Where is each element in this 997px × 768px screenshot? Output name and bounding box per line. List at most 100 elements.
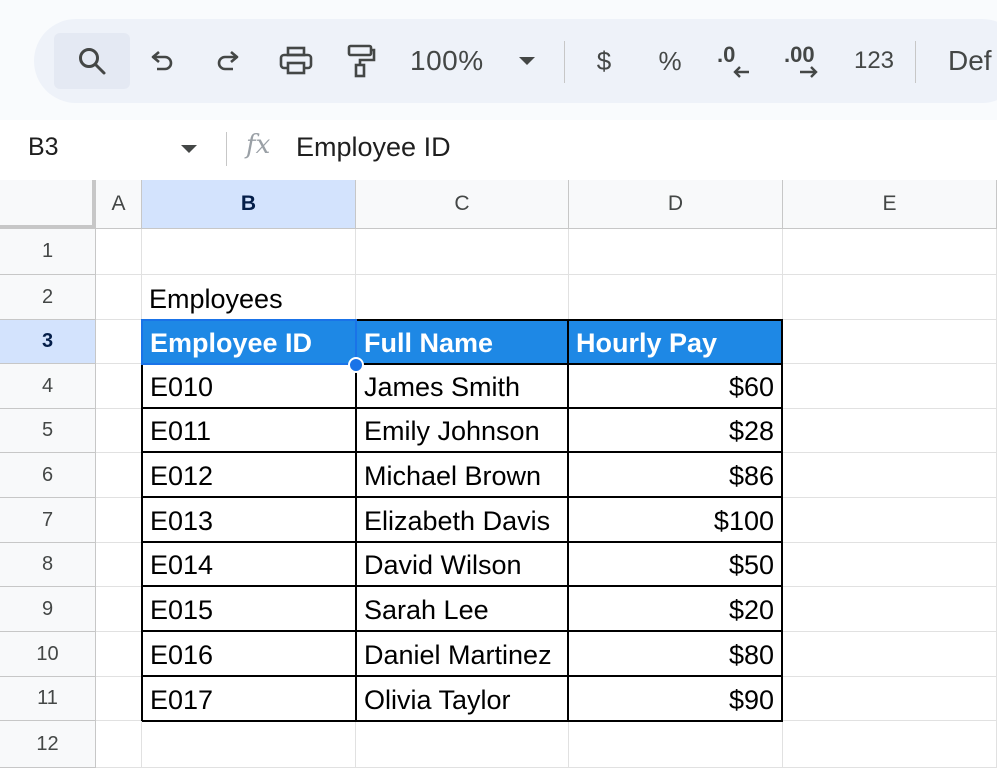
cell-a3[interactable]: [96, 320, 142, 364]
table-cell-hourly-pay[interactable]: $28: [569, 409, 783, 453]
table-cell-employee-id[interactable]: E016: [141, 632, 357, 677]
row-header-1[interactable]: 1: [0, 229, 96, 275]
cell-a1[interactable]: [96, 229, 142, 275]
currency-icon: $: [596, 45, 612, 76]
cell-e3[interactable]: [783, 320, 997, 364]
zoom-dropdown-button[interactable]: [512, 33, 542, 89]
cell-e4[interactable]: [783, 364, 997, 409]
name-box[interactable]: B3: [28, 133, 59, 162]
cell-e9[interactable]: [783, 587, 997, 632]
cell-c1[interactable]: [356, 229, 569, 275]
table-cell-hourly-pay[interactable]: $100: [569, 498, 783, 543]
cell-e11[interactable]: [783, 677, 997, 721]
cell-e8[interactable]: [783, 543, 997, 587]
row-header-11[interactable]: 11: [0, 677, 96, 721]
toolbar: 100% $ % .0 .00 123 Def: [34, 19, 997, 103]
format-percent-button[interactable]: %: [652, 33, 688, 89]
cell-a11[interactable]: [96, 677, 142, 721]
cell-d12[interactable]: [569, 722, 783, 768]
table-cell-full-name[interactable]: Olivia Taylor: [357, 677, 569, 722]
row-header-8[interactable]: 8: [0, 543, 96, 587]
search-menus-button[interactable]: [54, 33, 130, 89]
format-currency-button[interactable]: $: [586, 33, 622, 89]
zoom-select[interactable]: 100%: [404, 33, 510, 89]
table-cell-hourly-pay[interactable]: $50: [569, 543, 783, 587]
cell-e7[interactable]: [783, 498, 997, 543]
row-header-12[interactable]: 12: [0, 721, 96, 768]
name-box-caret-icon[interactable]: [178, 142, 200, 156]
paint-format-button[interactable]: [336, 33, 386, 89]
table-cell-employee-id[interactable]: E012: [141, 453, 357, 498]
column-header-a[interactable]: A: [96, 180, 142, 229]
table-cell-employee-id[interactable]: E014: [141, 543, 357, 587]
table-cell-hourly-pay[interactable]: $86: [569, 453, 783, 498]
font-select[interactable]: Def: [934, 33, 997, 89]
increase-decimal-button[interactable]: .00: [780, 33, 836, 89]
table-cell-employee-id[interactable]: E010: [141, 365, 357, 409]
redo-button[interactable]: [204, 33, 252, 89]
sheet-grid: A B C D E 1 2 3 4 5 6 7 8 9 10 11 12 Emp…: [0, 180, 997, 768]
table-cell-hourly-pay[interactable]: $60: [569, 365, 783, 409]
table-cell-employee-id[interactable]: E011: [141, 409, 357, 453]
cell-a9[interactable]: [96, 587, 142, 632]
table-cell-employee-id[interactable]: E015: [141, 587, 357, 632]
table-cell-hourly-pay[interactable]: $80: [569, 632, 783, 677]
more-formats-button[interactable]: 123: [846, 33, 902, 89]
row-header-9[interactable]: 9: [0, 587, 96, 632]
print-button[interactable]: [270, 33, 322, 89]
cell-a7[interactable]: [96, 498, 142, 543]
column-header-d[interactable]: D: [569, 180, 783, 229]
cell-e10[interactable]: [783, 632, 997, 677]
cell-d2[interactable]: [569, 275, 783, 320]
fill-handle[interactable]: [348, 357, 364, 373]
table-cell-full-name[interactable]: David Wilson: [357, 543, 569, 587]
cell-a10[interactable]: [96, 632, 142, 677]
table-cell-full-name[interactable]: James Smith: [357, 365, 569, 409]
cell-b1[interactable]: [142, 229, 356, 275]
table-cell-hourly-pay[interactable]: $20: [569, 587, 783, 632]
column-header-c[interactable]: C: [356, 180, 569, 229]
cell-b12[interactable]: [142, 722, 356, 768]
table-header-hourly-pay[interactable]: Hourly Pay: [569, 319, 783, 365]
cell-a4[interactable]: [96, 364, 142, 409]
table-cell-hourly-pay[interactable]: $90: [569, 677, 783, 722]
table-cell-full-name[interactable]: Daniel Martinez: [357, 632, 569, 677]
cell-e5[interactable]: [783, 409, 997, 453]
cell-e12[interactable]: [783, 721, 997, 768]
decrease-decimal-button[interactable]: .0: [712, 33, 762, 89]
fx-icon: fx: [246, 130, 271, 160]
cell-e6[interactable]: [783, 453, 997, 498]
table-cell-full-name[interactable]: Elizabeth Davis: [357, 498, 569, 543]
table-cell-full-name[interactable]: Emily Johnson: [357, 409, 569, 453]
cell-d1[interactable]: [569, 229, 783, 275]
table-cell-employee-id[interactable]: E013: [141, 498, 357, 543]
cell-a2[interactable]: [96, 275, 142, 320]
toolbar-divider: [915, 41, 916, 83]
select-all-corner[interactable]: [0, 180, 96, 229]
row-header-6[interactable]: 6: [0, 453, 96, 498]
formula-input[interactable]: Employee ID: [296, 132, 451, 163]
row-header-3[interactable]: 3: [0, 320, 96, 364]
table-header-full-name[interactable]: Full Name: [357, 319, 569, 365]
undo-button[interactable]: [138, 33, 186, 89]
row-header-4[interactable]: 4: [0, 364, 96, 409]
cell-b2[interactable]: Employees: [142, 275, 356, 320]
column-header-e[interactable]: E: [783, 180, 997, 229]
cell-e2[interactable]: [783, 275, 997, 320]
column-header-b[interactable]: B: [142, 180, 356, 229]
table-cell-full-name[interactable]: Michael Brown: [357, 453, 569, 498]
cell-a12[interactable]: [96, 721, 142, 768]
cell-c2[interactable]: [356, 275, 569, 320]
cell-c12[interactable]: [356, 722, 569, 768]
cell-e1[interactable]: [783, 229, 997, 275]
cell-a6[interactable]: [96, 453, 142, 498]
table-cell-employee-id[interactable]: E017: [141, 677, 357, 722]
cell-a5[interactable]: [96, 409, 142, 453]
row-header-5[interactable]: 5: [0, 409, 96, 453]
row-header-10[interactable]: 10: [0, 632, 96, 677]
cell-a8[interactable]: [96, 543, 142, 587]
table-header-employee-id[interactable]: Employee ID: [141, 319, 357, 365]
row-header-2[interactable]: 2: [0, 275, 96, 320]
row-header-7[interactable]: 7: [0, 498, 96, 543]
table-cell-full-name[interactable]: Sarah Lee: [357, 587, 569, 632]
